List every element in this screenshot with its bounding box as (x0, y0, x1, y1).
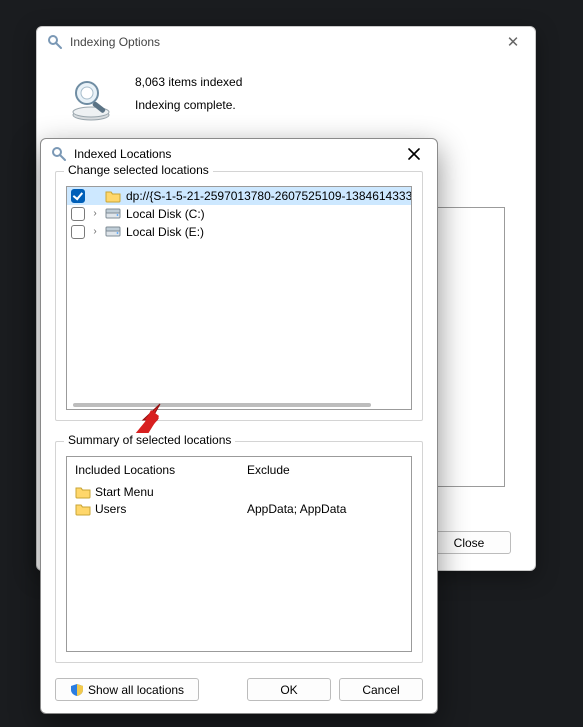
included-row[interactable]: Start Menu (75, 483, 231, 500)
exclude-header: Exclude (247, 463, 403, 477)
folder-icon (75, 485, 91, 499)
tree-row-label: Local Disk (C:) (126, 207, 205, 221)
exclude-column: Exclude AppData; AppData (239, 457, 411, 651)
indexing-status-row: 8,063 items indexed Indexing complete. (37, 57, 535, 123)
exclude-label (247, 485, 250, 499)
tree-row-label: Local Disk (E:) (126, 225, 204, 239)
show-all-locations-label: Show all locations (88, 683, 184, 697)
shield-icon (70, 683, 84, 697)
expand-icon[interactable]: › (90, 209, 100, 219)
magnifier-drive-icon (67, 75, 115, 123)
included-label: Start Menu (95, 485, 154, 499)
summary-legend: Summary of selected locations (64, 433, 235, 447)
folder-icon (75, 502, 91, 516)
exclude-row (247, 483, 403, 500)
items-indexed-text: 8,063 items indexed (135, 71, 242, 94)
checkbox[interactable] (71, 189, 85, 203)
change-locations-legend: Change selected locations (64, 163, 213, 177)
included-row[interactable]: Users (75, 500, 231, 517)
indexed-locations-title: Indexed Locations (74, 147, 171, 161)
included-column: Included Locations Start Menu Users (67, 457, 239, 651)
checkbox[interactable] (71, 225, 85, 239)
indexing-options-title: Indexing Options (70, 35, 160, 49)
search-icon (51, 146, 67, 162)
change-locations-group: Change selected locations dp://{S-1-5-21… (55, 171, 423, 421)
drive-icon (105, 225, 121, 239)
search-icon (47, 34, 63, 50)
tree-row[interactable]: dp://{S-1-5-21-2597013780-2607525109-138… (67, 187, 411, 205)
folder-icon (105, 189, 121, 203)
close-button-footer[interactable]: Close (427, 531, 511, 554)
exclude-row: AppData; AppData (247, 500, 403, 517)
close-button[interactable]: ✕ (501, 33, 525, 51)
tree-row-label: dp://{S-1-5-21-2597013780-2607525109-138… (126, 189, 412, 203)
indexing-status-text: Indexing complete. (135, 94, 242, 117)
included-header: Included Locations (75, 463, 231, 477)
locations-tree[interactable]: dp://{S-1-5-21-2597013780-2607525109-138… (66, 186, 412, 410)
indexed-locations-dialog: Indexed Locations Change selected locati… (40, 138, 438, 714)
checkbox[interactable] (71, 207, 85, 221)
show-all-locations-button[interactable]: Show all locations (55, 678, 199, 701)
tree-row[interactable]: › Local Disk (E:) (67, 223, 411, 241)
exclude-label: AppData; AppData (247, 502, 346, 516)
summary-table: Included Locations Start Menu Users Exclu… (66, 456, 412, 652)
expand-icon[interactable]: › (90, 227, 100, 237)
summary-group: Summary of selected locations Included L… (55, 441, 423, 663)
cancel-button[interactable]: Cancel (339, 678, 423, 701)
close-button[interactable] (399, 139, 429, 169)
drive-icon (105, 207, 121, 221)
included-label: Users (95, 502, 126, 516)
indexing-options-titlebar: Indexing Options ✕ (37, 27, 535, 57)
ok-button[interactable]: OK (247, 678, 331, 701)
tree-row[interactable]: › Local Disk (C:) (67, 205, 411, 223)
